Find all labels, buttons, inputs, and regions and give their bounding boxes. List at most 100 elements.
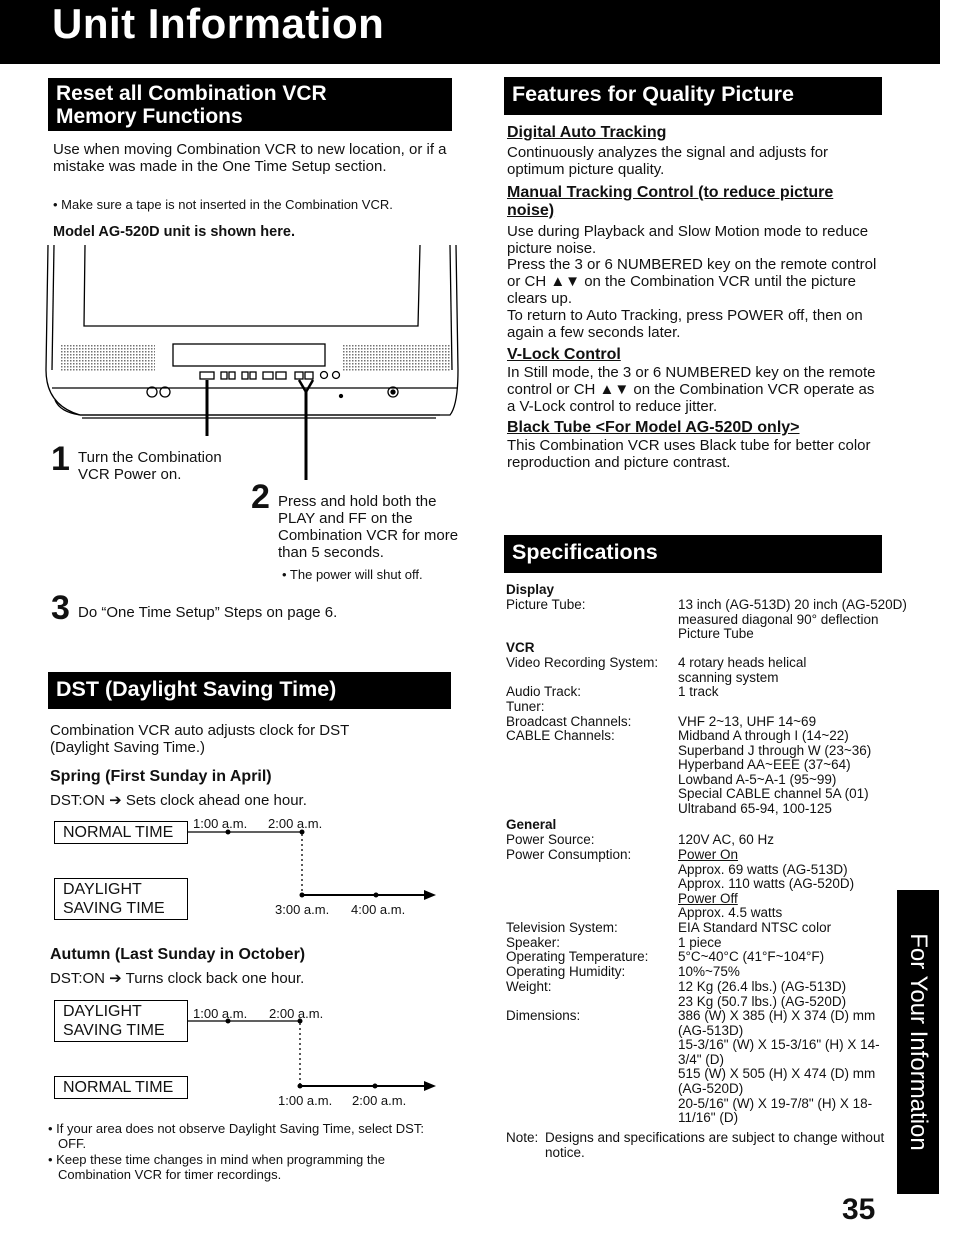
spring-time-4: 4:00 a.m. [351, 902, 406, 917]
autumn-time-1: 1:00 a.m. [193, 1006, 248, 1021]
reset-heading-line1: Reset all Combination VCR [56, 82, 327, 105]
autumn-time-2: 2:00 a.m. [269, 1006, 324, 1021]
specs-heading: Specifications [504, 535, 882, 573]
spec-label: Power Consumption: [506, 847, 632, 862]
spring-dst-box-line2: SAVING TIME [63, 900, 165, 917]
step-3-text: Do “One Time Setup” Steps on page 6. [78, 604, 338, 621]
spec-value: 386 (W) X 385 (H) X 374 (D) mm (AG-513D)… [678, 1008, 888, 1126]
power-button [199, 371, 215, 380]
spring-dst-box: DAYLIGHT SAVING TIME [54, 878, 188, 920]
reset-heading-line2: Memory Functions [56, 105, 243, 128]
cable-band: Midband A through I (14~22) [678, 728, 849, 743]
reset-intro: Use when moving Combination VCR to new l… [53, 141, 447, 175]
autumn-desc: DST:ON ➔ Turns clock back one hour. [50, 970, 305, 987]
screen-outline [83, 244, 421, 327]
step-1-text: Turn the Combination VCR Power on. [78, 449, 222, 483]
spec-value: 120V AC, 60 Hz [678, 832, 775, 847]
spec-category-general: General [506, 817, 557, 832]
dimension-value: 20-5/16" (W) X 19-7/8" (H) X 18-11/16" (… [678, 1095, 873, 1126]
feature-title-black-tube: Black Tube <For Model AG-520D only> [507, 419, 800, 436]
spec-category-vcr: VCR [506, 640, 535, 655]
page-title-banner: Unit Information [0, 0, 940, 64]
spring-time-2: 2:00 a.m. [268, 816, 323, 831]
dimension-value: 386 (W) X 385 (H) X 374 (D) mm (AG-513D) [678, 1008, 876, 1038]
step-1-number: 1 [51, 440, 70, 478]
dst-heading: DST (Daylight Saving Time) [48, 672, 451, 709]
weight-value: 23 Kg (50.7 lbs.) (AG-520D) [678, 993, 847, 1009]
step-2-note: • The power will shut off. [282, 567, 423, 582]
dst-note-2: • Keep these time changes in mind when p… [48, 1152, 385, 1182]
spring-normal-time-box: NORMAL TIME [54, 821, 188, 844]
spring-time-1: 1:00 a.m. [193, 816, 248, 831]
model-caption: Model AG-520D unit is shown here. [53, 224, 295, 240]
dst-note-1: • If your area does not observe Daylight… [48, 1121, 424, 1151]
feature-text: In Still mode, the 3 or 6 NUMBERED key o… [507, 364, 876, 415]
power-on-value: Approx. 69 watts (AG-513D) [678, 861, 848, 877]
dst-intro: Combination VCR auto adjusts clock for D… [50, 722, 350, 756]
spec-value: 5°C~40°C (41°F~104°F) [678, 949, 825, 964]
cable-band: Hyperband AA~EEE (37~64) [678, 757, 851, 773]
reset-note: • Make sure a tape is not inserted in th… [53, 197, 393, 212]
spec-label: Power Source: [506, 832, 595, 847]
spec-value: 12 Kg (26.4 lbs.) (AG-513D) 23 Kg (50.7 … [678, 979, 908, 1009]
dimension-value: 15-3/16" (W) X 15-3/16" (H) X 14-3/4" (D… [678, 1037, 880, 1067]
cable-band: Superband J through W (23~36) [678, 742, 872, 758]
spec-value: 4 rotary heads helical scanning system [678, 655, 807, 685]
spec-value: Power On Approx. 69 watts (AG-513D) Appr… [678, 847, 908, 921]
spec-label: Dimensions: [506, 1008, 581, 1023]
spring-title: Spring (First Sunday in April) [50, 768, 272, 785]
spec-label: Tuner: [506, 699, 545, 714]
spec-label: Picture Tube: [506, 597, 586, 612]
autumn-normal-time-box: NORMAL TIME [54, 1076, 188, 1099]
power-off-value: Approx. 4.5 watts [678, 905, 783, 921]
spec-label: Operating Humidity: [506, 964, 626, 979]
page-title: Unit Information [52, 0, 385, 47]
cabinet-outline [45, 244, 459, 416]
feature-text: To return to Auto Tracking, press POWER … [507, 307, 863, 341]
feature-title-digital-auto-tracking: Digital Auto Tracking [507, 124, 667, 141]
specs-table: Display Picture Tube: 13 inch (AG-513D) … [506, 582, 907, 1183]
feature-title-v-lock: V-Lock Control [507, 346, 621, 363]
autumn-dst-box: DAYLIGHT SAVING TIME [54, 1000, 188, 1042]
power-off-label: Power Off [678, 890, 738, 906]
spec-value: 13 inch (AG-513D) 20 inch (AG-520D) meas… [678, 597, 907, 642]
spec-label: Television System: [506, 920, 618, 935]
autumn-dst-box-line1: DAYLIGHT [63, 1003, 142, 1020]
reset-heading: Reset all Combination VCR Memory Functio… [48, 78, 452, 131]
autumn-time-4: 2:00 a.m. [352, 1093, 407, 1108]
spec-label: Operating Temperature: [506, 949, 649, 964]
weight-value: 12 Kg (26.4 lbs.) (AG-513D) [678, 979, 847, 994]
spec-category-display: Display [506, 582, 555, 597]
feature-text: This Combination VCR uses Black tube for… [507, 437, 871, 471]
play-button [294, 371, 304, 380]
feature-text: Use during Playback and Slow Motion mode… [507, 223, 869, 257]
side-tab-for-your-information: For Your Information [897, 890, 939, 1194]
step-2-number: 2 [251, 478, 270, 516]
feature-title-manual-tracking: Manual Tracking Control (to reduce pictu… [507, 184, 834, 219]
side-tab-label: For Your Information [905, 933, 932, 1151]
power-on-label: Power On [678, 847, 739, 862]
autumn-title: Autumn (Last Sunday in October) [50, 946, 306, 963]
feature-text: Press the 3 or 6 NUMBERED key on the rem… [507, 256, 877, 307]
spec-value: Midband A through I (14~22) Superband J … [678, 728, 908, 817]
display-window [172, 343, 326, 367]
spec-label: CABLE Channels: [506, 728, 615, 743]
cable-band: Ultraband 65-94, 100-125 [678, 800, 832, 816]
note-label: Note: [506, 1130, 539, 1145]
note-text: Designs and specifications are subject t… [545, 1130, 885, 1160]
cable-band: Lowband A-5~A-1 (95~99) [678, 771, 837, 787]
spring-desc: DST:ON ➔ Sets clock ahead one hour. [50, 792, 307, 809]
step-3-number: 3 [51, 589, 70, 627]
dimension-value: 515 (W) X 505 (H) X 474 (D) mm (AG-520D) [678, 1066, 876, 1096]
spring-time-3: 3:00 a.m. [275, 902, 330, 917]
autumn-dst-box-line2: SAVING TIME [63, 1022, 165, 1039]
cable-band: Special CABLE channel 5A (01) [678, 786, 869, 802]
autumn-time-3: 1:00 a.m. [278, 1093, 333, 1108]
spec-value: 1 track [678, 684, 719, 699]
power-on-value: Approx. 110 watts (AG-520D) [678, 876, 855, 892]
spring-dst-box-line1: DAYLIGHT [63, 881, 142, 898]
feature-text: Continuously analyzes the signal and adj… [507, 144, 829, 178]
spec-label: Weight: [506, 979, 552, 994]
features-heading: Features for Quality Picture [504, 77, 882, 115]
step-2-text: Press and hold both the PLAY and FF on t… [278, 493, 459, 561]
